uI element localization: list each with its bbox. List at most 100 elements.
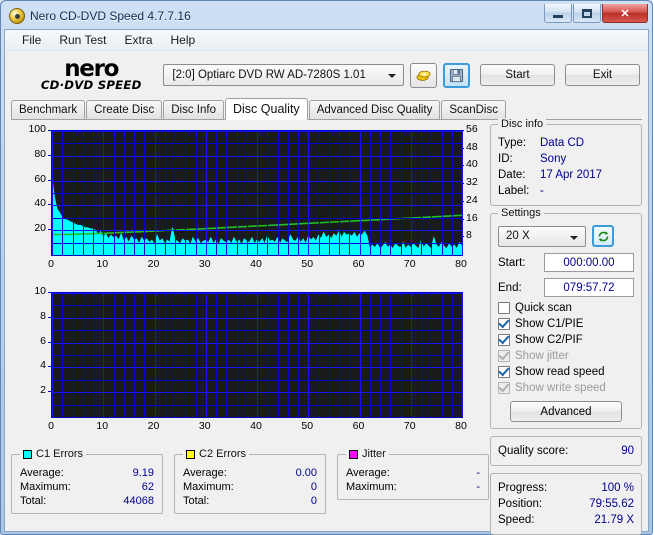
checkbox-icon — [498, 366, 510, 378]
x-tick-label: 0 — [48, 420, 54, 432]
quality-score-group: Quality score: 90 — [490, 436, 642, 466]
c2-errors-label: C2 Errors — [199, 448, 247, 460]
y2-tick-mark — [461, 183, 464, 185]
floppy-save-icon — [449, 68, 464, 82]
speed-select-value: 20 X — [506, 230, 530, 242]
disc-type-value: Data CD — [540, 137, 585, 149]
y2-tick-label: 8 — [466, 229, 472, 242]
c1-maximum-label: Maximum: — [20, 481, 71, 493]
stat-row: Maximum: 62 — [12, 480, 162, 494]
start-field-row: Start: 000:00.00 — [498, 253, 634, 272]
maximize-button[interactable] — [573, 4, 601, 23]
x-tick-label: 80 — [455, 258, 467, 270]
checkbox-label: Show write speed — [515, 382, 606, 394]
tab-scandisc[interactable]: ScanDisc — [441, 100, 506, 119]
speed-label: Speed: — [498, 514, 535, 526]
y-tick-label: 60 — [34, 172, 46, 185]
x-tick-label: 50 — [301, 258, 314, 270]
end-input[interactable]: 079:57.72 — [544, 278, 634, 297]
start-button[interactable]: Start — [480, 64, 555, 86]
c1-errors-label: C1 Errors — [36, 448, 84, 460]
disc-quality-panel: 0 10 20 30 40 50 60 70 80 20 40 60 80 100 8 16 24 32 40 48 5… — [11, 118, 642, 535]
menu-bar: File Run Test Extra Help — [5, 30, 648, 51]
c1-errors-chart: 0 10 20 30 40 50 60 70 80 20 40 60 80 100 8 16 24 32 40 48 5… — [11, 123, 495, 284]
window-title: Nero CD-DVD Speed 4.7.7.16 — [30, 9, 191, 23]
c2-errors-stats-title: C2 Errors — [183, 448, 250, 460]
y-tick-mark — [48, 204, 51, 206]
maximize-icon — [582, 8, 592, 18]
tab-bar: Benchmark Create Disc Disc Info Disc Qua… — [11, 98, 642, 120]
menu-item-help[interactable]: Help — [162, 31, 205, 49]
eject-disc-icon — [416, 70, 431, 81]
logo-wordmark: nero — [64, 55, 119, 82]
disc-id-value: Sony — [540, 153, 567, 165]
tab-create-disc[interactable]: Create Disc — [86, 100, 163, 119]
jitter-color-swatch — [349, 449, 358, 459]
settings-title: Settings — [498, 207, 544, 219]
menu-item-run-test[interactable]: Run Test — [50, 31, 115, 49]
x-tick-label: 0 — [48, 258, 54, 270]
checkbox-label: Show C2/PIF — [515, 334, 583, 346]
c1-maximum-value: 62 — [141, 481, 154, 493]
checkbox-show-c2-pif[interactable]: Show C2/PIF — [498, 334, 634, 346]
checkbox-show-read-speed[interactable]: Show read speed — [498, 366, 634, 378]
speed-select[interactable]: 20 X — [498, 225, 586, 247]
progress-label: Progress: — [498, 482, 548, 494]
start-input[interactable]: 000:00.00 — [544, 253, 634, 272]
drive-select-value: [2:0] Optiarc DVD RW AD-7280S 1.01 — [172, 69, 366, 81]
disc-info-row: ID: Sony — [498, 151, 634, 167]
drive-select[interactable]: [2:0] Optiarc DVD RW AD-7280S 1.01 — [163, 64, 404, 86]
x-tick-label: 60 — [352, 420, 365, 432]
toolbar: nero CD·DVD SPEED [2:0] Optiarc DVD RW A… — [5, 51, 648, 99]
tab-advanced-disc-quality[interactable]: Advanced Disc Quality — [308, 100, 441, 119]
settings-group: Settings 20 X Start: 000:00.00 End: 079:… — [490, 207, 642, 429]
x-tick-label: 50 — [301, 420, 314, 432]
tab-disc-quality[interactable]: Disc Quality — [225, 98, 308, 120]
c2-maximum-value: 0 — [310, 481, 317, 493]
y-tick-mark — [48, 229, 51, 231]
checkbox-icon — [498, 302, 510, 314]
eject-button[interactable] — [409, 62, 437, 88]
x-tick-label: 10 — [96, 258, 109, 270]
advanced-button[interactable]: Advanced — [510, 401, 622, 422]
exit-button[interactable]: Exit — [565, 64, 640, 86]
menu-item-extra[interactable]: Extra — [115, 31, 161, 49]
tab-disc-info[interactable]: Disc Info — [163, 100, 224, 119]
x-tick-label: 40 — [250, 258, 262, 270]
stat-row: Average: 0.00 — [175, 466, 325, 480]
minimize-button[interactable] — [544, 4, 572, 23]
c2-total-value: 0 — [310, 495, 317, 507]
tab-benchmark[interactable]: Benchmark — [11, 100, 86, 119]
c1-total-label: Total: — [20, 495, 47, 507]
jitter-maximum-value: - — [476, 481, 480, 493]
y2-tick-label: 16 — [466, 211, 478, 224]
x-tick-label: 40 — [250, 420, 262, 432]
x-tick-label: 70 — [403, 420, 416, 432]
checkbox-label: Quick scan — [515, 302, 572, 314]
disc-icon — [9, 8, 25, 24]
c1-plot-area[interactable] — [51, 130, 463, 256]
checkbox-quick-scan[interactable]: Quick scan — [498, 302, 634, 314]
app-window: Nero CD-DVD Speed 4.7.7.16 ✕ File Run Te… — [0, 0, 653, 535]
y-tick-mark — [48, 154, 51, 156]
x-tick-label: 60 — [352, 258, 365, 270]
c2-errors-stats: C2 Errors Average: 0.00 Maximum: 0 Total: 0 — [174, 448, 326, 514]
checkbox-show-c1-pie[interactable]: Show C1/PIE — [498, 318, 634, 330]
chevron-down-icon — [570, 235, 578, 240]
c2-plot-area[interactable] — [51, 292, 463, 418]
stat-row: Total: 44068 — [12, 494, 162, 508]
quality-score-row: Quality score: 90 — [498, 443, 634, 459]
y2-tick-mark — [461, 165, 464, 167]
close-button[interactable]: ✕ — [602, 4, 648, 23]
stat-row: Average: - — [338, 466, 488, 480]
speed-value: 21.79 X — [594, 514, 634, 526]
menu-item-file[interactable]: File — [13, 31, 50, 49]
y2-tick-mark — [461, 130, 464, 131]
x-tick-label: 70 — [403, 258, 416, 270]
refresh-button[interactable] — [592, 225, 614, 247]
minimize-icon — [553, 14, 563, 18]
sidebar: Disc info Type: Data CD ID: Sony Date: 17 A… — [490, 118, 642, 535]
save-button[interactable] — [442, 62, 470, 88]
c2-color-swatch — [186, 449, 195, 459]
checkbox-icon — [498, 318, 510, 330]
